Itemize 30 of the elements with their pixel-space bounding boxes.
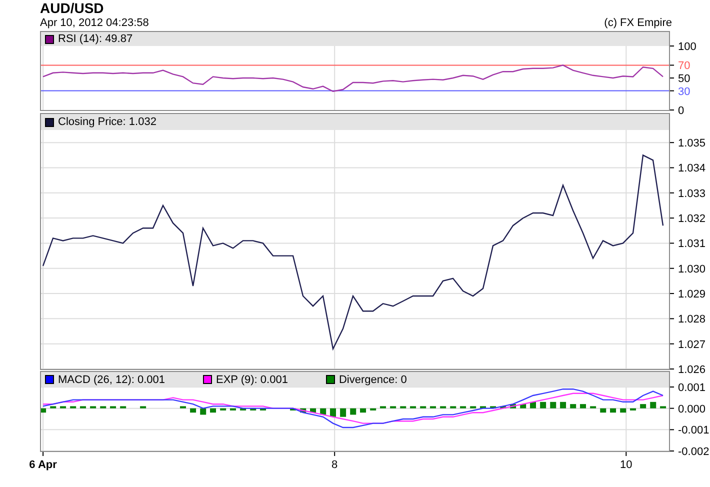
- legend-label: MACD (26, 12): 0.001: [58, 374, 165, 386]
- timestamp-label: Apr 10, 2012 04:23:58: [40, 16, 149, 30]
- axis-label: -0.001: [678, 424, 710, 437]
- axis-label: 1.029: [678, 288, 706, 301]
- axis-label: 6 Apr: [29, 459, 57, 471]
- axis-label: 1.030: [678, 263, 706, 276]
- axis-label: 1.034: [678, 162, 706, 175]
- axis-label: 1.026: [678, 364, 706, 376]
- axis-label: 30: [678, 86, 690, 98]
- legend-label: RSI (14): 49.87: [58, 33, 133, 45]
- legend-label: Divergence: 0: [338, 374, 407, 386]
- copyright-label: (c) FX Empire: [604, 16, 672, 30]
- axis-label: 0: [678, 105, 684, 117]
- axis-label: 50: [678, 73, 690, 85]
- axis-label: 70: [678, 60, 690, 72]
- legend-label: EXP (9): 0.001: [216, 374, 288, 386]
- axis-label: 1.032: [678, 213, 706, 226]
- axis-label: -0.002: [678, 446, 710, 458]
- axis-label: 0.001: [678, 382, 706, 394]
- axis-label: 1.031: [678, 238, 706, 250]
- axis-label: 100: [678, 41, 696, 53]
- axis-label: 0.000: [678, 403, 706, 416]
- axis-label: 1.027: [678, 338, 706, 351]
- axis-label: 1.035: [678, 138, 706, 150]
- chart-title: AUD/USD: [40, 0, 105, 16]
- axis-label: 1.028: [678, 314, 706, 326]
- axis-label: 10: [620, 459, 632, 471]
- axis-label: 8: [332, 459, 338, 471]
- legend-label: Closing Price: 1.032: [58, 116, 156, 128]
- axis-label: 1.033: [678, 188, 706, 200]
